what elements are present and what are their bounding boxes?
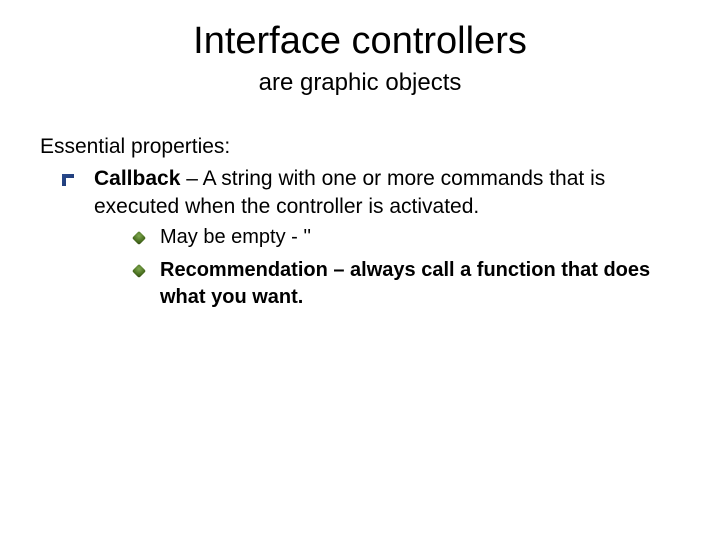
- diamond-bullet-icon: [132, 264, 146, 278]
- sub-item-text: Recommendation – always call a function …: [160, 259, 650, 308]
- callback-label: Callback: [94, 167, 180, 190]
- diamond-bullet-icon: [132, 231, 146, 245]
- sub-item-text: May be empty - '': [160, 226, 311, 248]
- slide-subtitle: are graphic objects: [40, 69, 680, 97]
- callback-text: Callback – A string with one or more com…: [94, 167, 605, 218]
- list-item: May be empty - '': [132, 224, 680, 251]
- list-item: Callback – A string with one or more com…: [62, 165, 680, 311]
- bullet-list-level-2: May be empty - '' Recommendation – alway…: [94, 224, 680, 311]
- slide-title: Interface controllers: [40, 20, 680, 63]
- list-item: Recommendation – always call a function …: [132, 257, 680, 311]
- bullet-list-level-1: Callback – A string with one or more com…: [40, 165, 680, 311]
- square-bullet-icon: [62, 174, 74, 186]
- intro-text: Essential properties:: [40, 135, 680, 159]
